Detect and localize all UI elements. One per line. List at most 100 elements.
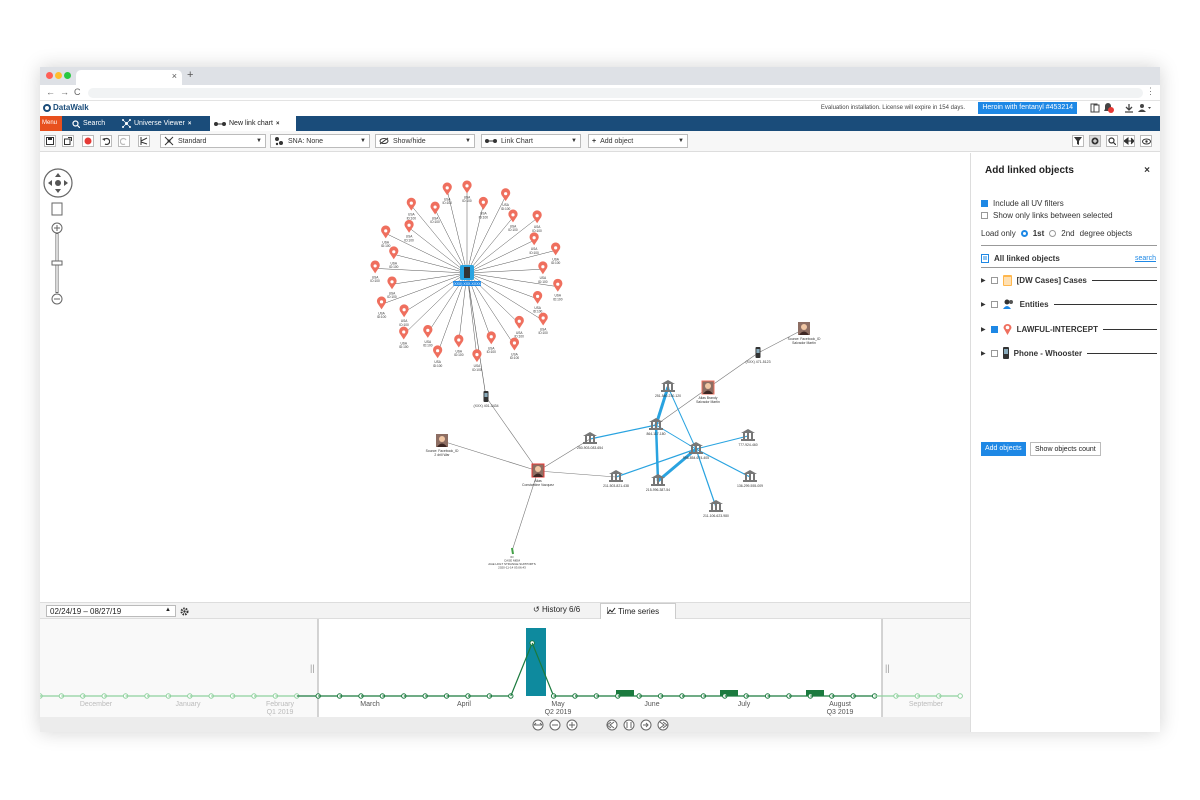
graph-svg[interactable]: (XXX) XXX-XXXX USA ID:100 USA ID:100 USA ID:10… (40, 153, 970, 602)
bank-icon[interactable] (689, 442, 703, 446)
category-checkbox[interactable] (990, 277, 998, 284)
graph-nodes[interactable]: (XXX) XXX-XXXX USA ID:100 USA ID:100 USA ID:10… (370, 180, 821, 569)
time-series-tab[interactable]: Time series (600, 603, 676, 620)
expand-icon[interactable]: ▶ (981, 326, 986, 333)
zoom-slider[interactable] (51, 222, 63, 305)
case-badge[interactable]: Heroin with fentanyl #453214 (978, 102, 1077, 114)
undo-button[interactable] (100, 135, 112, 147)
history-tab[interactable]: ↺ History 6/6 (533, 605, 580, 614)
category-checkbox[interactable] (990, 349, 998, 357)
second-degree-radio[interactable] (1049, 230, 1057, 237)
category-phone-whooster[interactable]: ▶ Phone - Whooster (981, 347, 1157, 359)
pan-control[interactable] (43, 168, 73, 198)
notifications-icon[interactable] (1102, 102, 1114, 114)
tab-search[interactable]: Search (68, 116, 109, 131)
bank-icon[interactable] (741, 429, 755, 433)
sna-select[interactable]: SNA: None ▼ (270, 134, 370, 148)
clipboard-icon[interactable] (1090, 103, 1100, 113)
new-tab-button[interactable]: + (187, 69, 193, 81)
download-icon[interactable] (1124, 103, 1134, 113)
close-tab-icon[interactable]: × (172, 71, 177, 81)
zoom-in-button[interactable] (566, 719, 578, 731)
category-checkbox[interactable] (990, 325, 998, 333)
category-cases[interactable]: ▶ [DW Cases] Cases (981, 275, 1157, 286)
forward-icon[interactable]: → (60, 87, 69, 97)
universe-icon (122, 119, 131, 128)
filter-links-button[interactable] (138, 135, 150, 147)
export-button[interactable] (62, 135, 74, 147)
include-uv-filters-checkbox[interactable] (981, 200, 988, 207)
bank-icon[interactable] (743, 470, 757, 474)
user-menu-icon[interactable] (1138, 103, 1152, 113)
redo-button[interactable] (118, 135, 130, 147)
menu-button[interactable]: Menu (40, 116, 62, 131)
category-checkbox[interactable] (990, 300, 998, 308)
record-button[interactable] (82, 135, 94, 147)
visibility-button[interactable] (1140, 135, 1152, 147)
show-objects-count-button[interactable]: Show objects count (1030, 442, 1101, 456)
bank-icon[interactable] (583, 432, 597, 436)
minimize-window-button[interactable] (55, 72, 62, 79)
first-degree-radio[interactable] (1020, 230, 1028, 237)
browser-tab[interactable]: × (76, 70, 182, 85)
save-button[interactable] (44, 135, 56, 147)
eye-off-icon (379, 137, 389, 145)
expand-icon[interactable]: ▶ (981, 350, 986, 357)
time-series-chart[interactable]: || || December January February March April M… (40, 619, 970, 732)
include-uv-filters-option[interactable]: Include all UV filters (981, 199, 1064, 208)
date-range-select[interactable]: 02/24/19 – 08/27/19 ▲ (46, 605, 176, 617)
layout-select[interactable]: Standard ▼ (160, 134, 266, 148)
category-entities[interactable]: ▶ Entities (981, 299, 1157, 309)
search-chart-button[interactable] (1106, 135, 1118, 147)
node-label: 136-299-555-009 (737, 484, 763, 488)
search-link[interactable]: search (1135, 255, 1156, 262)
zoom-out-button[interactable] (549, 719, 561, 731)
report-icon[interactable] (511, 547, 514, 555)
add-linked-button[interactable] (1089, 135, 1101, 147)
close-tab-icon[interactable]: × (188, 121, 192, 127)
fast-forward-button[interactable] (657, 719, 669, 731)
expand-icon[interactable]: ▶ (981, 277, 986, 284)
close-tab-icon[interactable]: × (276, 121, 280, 127)
license-notice: Evaluation installation. License will ex… (820, 105, 965, 111)
reload-icon[interactable]: C (74, 87, 81, 97)
step-forward-button[interactable] (640, 719, 652, 731)
rewind-button[interactable] (606, 719, 618, 731)
gear-icon[interactable] (180, 607, 189, 616)
expand-icon[interactable]: ▶ (981, 301, 986, 308)
show-hide-select[interactable]: Show/hide ▼ (375, 134, 475, 148)
series-point[interactable] (957, 693, 963, 699)
bank-icon[interactable] (661, 380, 675, 384)
browser-menu-icon[interactable]: ⋮ (1146, 86, 1155, 97)
month-label: March (360, 701, 380, 708)
add-objects-button[interactable]: Add objects (981, 442, 1026, 456)
maximize-window-button[interactable] (64, 72, 71, 79)
bank-icon[interactable] (709, 500, 723, 504)
month-label: July (738, 701, 751, 708)
link-chart-canvas[interactable]: (XXX) XXX-XXXX USA ID:100 USA ID:100 USA ID:10… (40, 153, 970, 602)
chart-type-select[interactable]: Link Chart ▼ (481, 134, 581, 148)
url-input[interactable] (88, 88, 1143, 98)
links-between-selected-option[interactable]: Show only links between selected (981, 211, 1113, 220)
bank-icon[interactable] (609, 470, 623, 474)
fit-view-icon[interactable] (51, 202, 63, 216)
tab-new-link-chart[interactable]: New link chart × (210, 116, 296, 131)
pause-button[interactable] (623, 719, 635, 731)
drag-handle-icon[interactable]: || (885, 663, 890, 673)
filter-button[interactable] (1072, 135, 1084, 147)
category-lawful-intercept[interactable]: ▶ LAWFUL-INTERCEPT (981, 323, 1157, 335)
bank-icon[interactable] (649, 418, 663, 422)
path-button[interactable] (1123, 135, 1135, 147)
close-panel-icon[interactable]: × (1144, 165, 1150, 176)
add-circle-icon (1091, 137, 1099, 145)
tab-universe-viewer[interactable]: Universe Viewer × (118, 116, 195, 131)
links-between-selected-checkbox[interactable] (981, 212, 988, 219)
back-icon[interactable]: ← (46, 87, 55, 97)
zoom-fit-button[interactable] (532, 719, 544, 731)
timeline-svg[interactable]: || || December January February March April M… (40, 619, 970, 732)
add-object-select[interactable]: + Add object ▼ (588, 134, 688, 148)
drag-handle-icon[interactable]: || (310, 663, 315, 673)
close-window-button[interactable] (46, 72, 53, 79)
timeline-bar-peak[interactable] (526, 628, 546, 696)
edge (411, 205, 468, 274)
